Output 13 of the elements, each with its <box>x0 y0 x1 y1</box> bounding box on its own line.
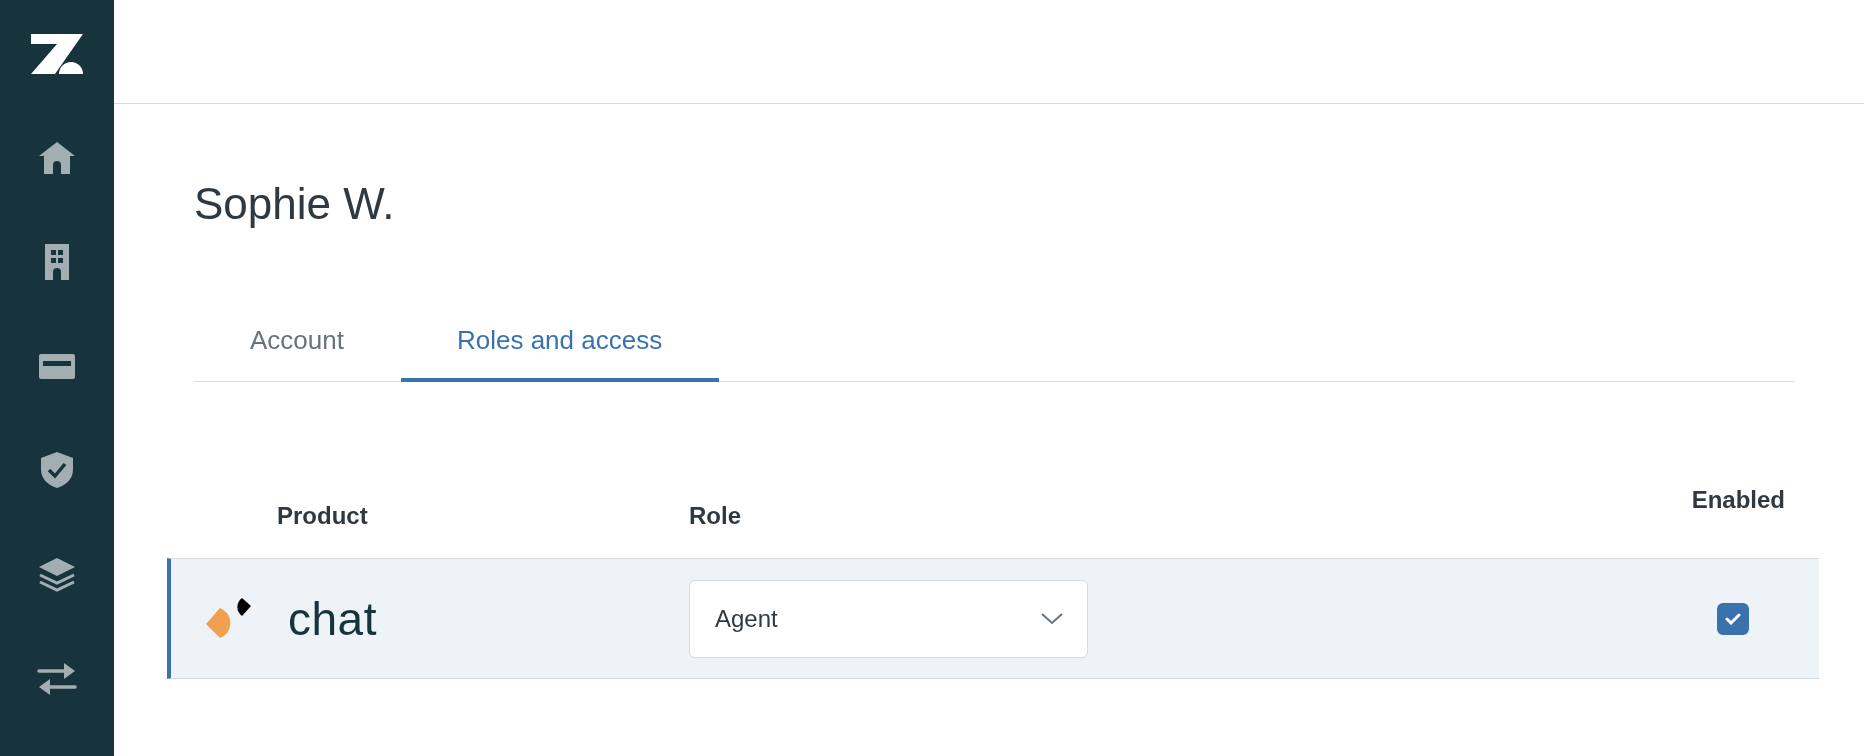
column-header: Enabled <box>1691 486 1785 514</box>
table-row[interactable]: chat Agent <box>167 558 1819 679</box>
column-header: Product <box>277 502 368 530</box>
logo-icon[interactable] <box>31 34 83 74</box>
caret-icon <box>1041 612 1063 625</box>
check-icon <box>1725 612 1741 625</box>
tab[interactable]: Roles and access <box>400 305 720 382</box>
column-header: Role <box>689 502 741 530</box>
role-select[interactable]: Agent <box>689 579 1088 658</box>
product-name: chat <box>288 591 377 646</box>
enabled-checkbox[interactable] <box>1717 602 1749 635</box>
tab[interactable]: Account <box>194 305 401 382</box>
user-name: Sophie W. <box>194 178 396 230</box>
